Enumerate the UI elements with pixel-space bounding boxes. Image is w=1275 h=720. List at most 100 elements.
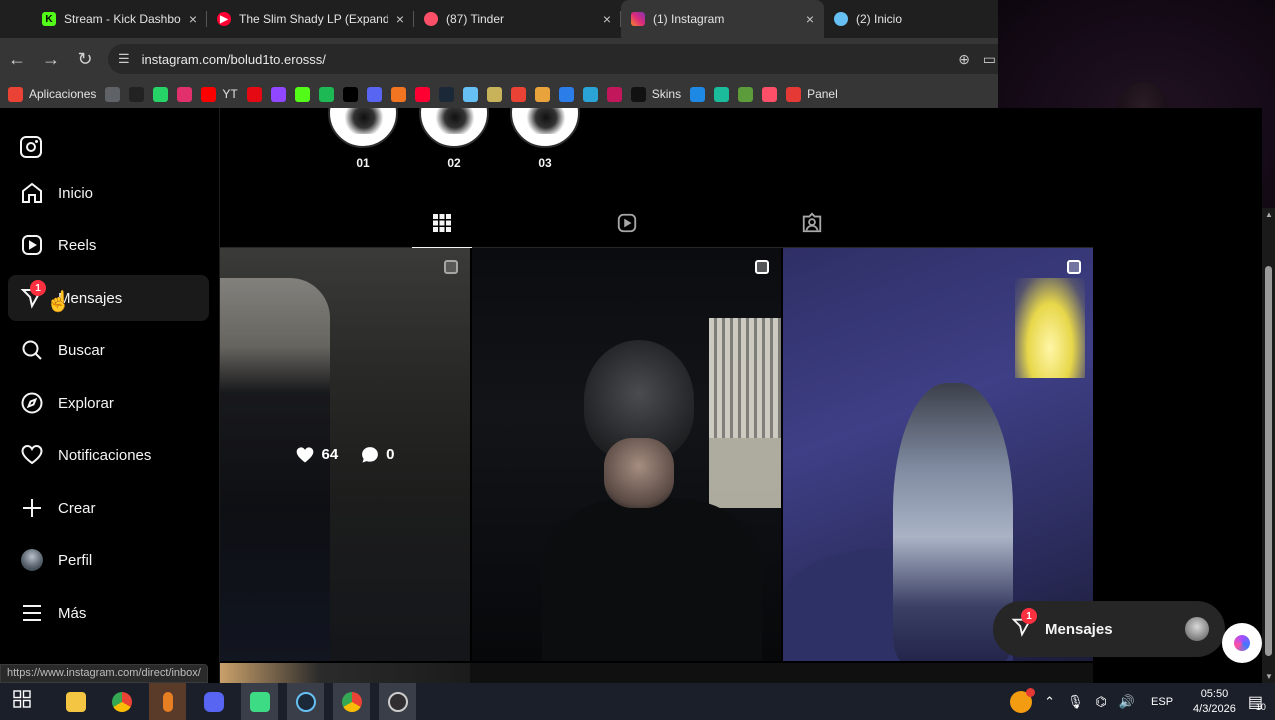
taskbar-file-explorer[interactable]: [57, 683, 94, 720]
bookmark-item[interactable]: [690, 86, 706, 102]
comments-count: 0: [386, 446, 395, 463]
bookmark-item[interactable]: YT: [201, 86, 238, 102]
meta-ai-icon: [1234, 635, 1250, 651]
scroll-down-icon[interactable]: ▼: [1265, 672, 1273, 681]
taskbar-chrome-alt[interactable]: [333, 683, 370, 720]
sidebar-item-reels[interactable]: Reels: [8, 222, 209, 268]
sidebar-item-mensajes[interactable]: 1 Mensajes ☝: [8, 275, 209, 321]
volume-icon[interactable]: 🔊: [1119, 694, 1135, 710]
network-icon[interactable]: ⌬: [1095, 694, 1106, 710]
close-icon[interactable]: ×: [189, 11, 197, 27]
bookmark-item[interactable]: [246, 86, 262, 102]
instagram-logo-icon[interactable]: [20, 136, 42, 158]
site-settings-icon[interactable]: ☰: [118, 51, 130, 67]
bookmark-item[interactable]: [558, 86, 574, 102]
close-icon[interactable]: ×: [396, 11, 404, 27]
grid-icon: [432, 213, 452, 238]
post-tile[interactable]: [783, 248, 1093, 661]
bookmark-item[interactable]: [177, 86, 193, 102]
taskbar-discord[interactable]: [195, 683, 232, 720]
zoom-icon[interactable]: ⊕: [958, 51, 970, 68]
bookmark-item[interactable]: Aplicaciones: [8, 86, 96, 102]
bookmark-item[interactable]: [294, 86, 310, 102]
tab-posts[interactable]: [412, 203, 472, 248]
reload-icon[interactable]: ↻: [68, 49, 102, 70]
cloud-icon: [558, 86, 574, 102]
bookmark-item[interactable]: [318, 86, 334, 102]
bookmark-item[interactable]: [390, 86, 406, 102]
post-tile[interactable]: 64 0: [220, 248, 470, 661]
post-image-window: [709, 318, 781, 438]
scrollbar-thumb[interactable]: [1265, 266, 1272, 656]
bookmark-item[interactable]: [462, 86, 478, 102]
bookmark-item[interactable]: [153, 86, 169, 102]
bookmark-item[interactable]: [486, 86, 502, 102]
sidebar-item-perfil[interactable]: Perfil: [8, 537, 209, 583]
start-button[interactable]: [3, 683, 40, 720]
highlight-label: 01: [356, 156, 370, 170]
carousel-icon: [1067, 260, 1081, 274]
highlight-03[interactable]: 03: [510, 108, 580, 170]
mic-tray-icon[interactable]: 🎙: [1067, 694, 1084, 710]
taskbar-obs[interactable]: [379, 683, 416, 720]
post-image-wall: [709, 438, 781, 508]
bookmark-item[interactable]: [510, 86, 526, 102]
bookmark-item[interactable]: [534, 86, 550, 102]
bookmark-item[interactable]: [738, 86, 754, 102]
sidebar-item-inicio[interactable]: Inicio: [8, 170, 209, 216]
url-text[interactable]: instagram.com/bolud1to.erosss/: [142, 52, 326, 67]
tab-instagram[interactable]: (1) Instagram ×: [621, 0, 824, 38]
tab-inicio[interactable]: (2) Inicio: [824, 0, 964, 38]
highlight-02[interactable]: 02: [419, 108, 489, 170]
sidebar-item-explorar[interactable]: Explorar: [8, 380, 209, 426]
post-tile-partial[interactable]: [220, 663, 470, 683]
tray-app-icon[interactable]: [1010, 687, 1036, 713]
home-icon: [20, 181, 44, 205]
taskbar-steam[interactable]: [287, 683, 324, 720]
meta-ai-button[interactable]: [1222, 623, 1262, 663]
bookmark-item[interactable]: [582, 86, 598, 102]
bookmark-item[interactable]: [762, 86, 778, 102]
bookmark-item[interactable]: [714, 86, 730, 102]
tab-slim-shady[interactable]: ▶ The Slim Shady LP (Expanded ×: [207, 0, 414, 38]
tab-tinder[interactable]: (87) Tinder ×: [414, 0, 621, 38]
back-arrow-icon[interactable]: ←: [0, 49, 34, 70]
tab-reels[interactable]: [597, 203, 657, 248]
crunchyroll-icon: [390, 86, 406, 102]
close-icon[interactable]: ×: [603, 11, 611, 27]
highlight-cover: [510, 108, 580, 148]
taskbar-mic[interactable]: [149, 683, 186, 720]
sidebar-item-mas[interactable]: Más: [8, 590, 209, 636]
close-icon[interactable]: ×: [806, 11, 814, 27]
sidebar-item-notificaciones[interactable]: Notificaciones: [8, 432, 209, 478]
taskbar-android[interactable]: [241, 683, 278, 720]
address-bar[interactable]: ☰ instagram.com/bolud1to.erosss/ ⊕ ▭: [108, 44, 998, 74]
sidebar-item-buscar[interactable]: Buscar: [8, 327, 209, 373]
bookmark-item[interactable]: [129, 86, 145, 102]
post-tile[interactable]: [472, 248, 781, 661]
taskbar-chrome[interactable]: [103, 683, 140, 720]
highlight-01[interactable]: 01: [328, 108, 398, 170]
highlight-label: 03: [538, 156, 552, 170]
bookmark-item[interactable]: [270, 86, 286, 102]
bookmark-item[interactable]: Skins: [630, 86, 681, 102]
bookmark-item[interactable]: [342, 86, 358, 102]
bookmark-item[interactable]: [105, 86, 121, 102]
bookmark-item[interactable]: Panel: [786, 86, 838, 102]
tab-tagged[interactable]: [782, 203, 842, 248]
bookmark-item[interactable]: [438, 86, 454, 102]
notification-center-icon[interactable]: ▤ 10: [1248, 692, 1266, 712]
language-indicator[interactable]: ESP: [1151, 696, 1173, 708]
bookmark-item[interactable]: [606, 86, 622, 102]
sidebar-item-crear[interactable]: Crear: [8, 485, 209, 531]
chevron-up-icon[interactable]: ⌃: [1044, 694, 1055, 710]
forward-arrow-icon[interactable]: →: [34, 49, 68, 70]
tab-kick[interactable]: K Stream - Kick Dashboard ×: [0, 0, 207, 38]
scroll-up-icon[interactable]: ▲: [1265, 210, 1273, 219]
bookmark-item[interactable]: [414, 86, 430, 102]
page-scrollbar[interactable]: ▲ ▼: [1262, 208, 1275, 683]
clock[interactable]: 05:50 4/3/2026: [1193, 687, 1236, 717]
cast-icon[interactable]: ▭: [983, 51, 996, 68]
bookmark-item[interactable]: [366, 86, 382, 102]
messages-pill[interactable]: 1 Mensajes: [993, 601, 1225, 657]
